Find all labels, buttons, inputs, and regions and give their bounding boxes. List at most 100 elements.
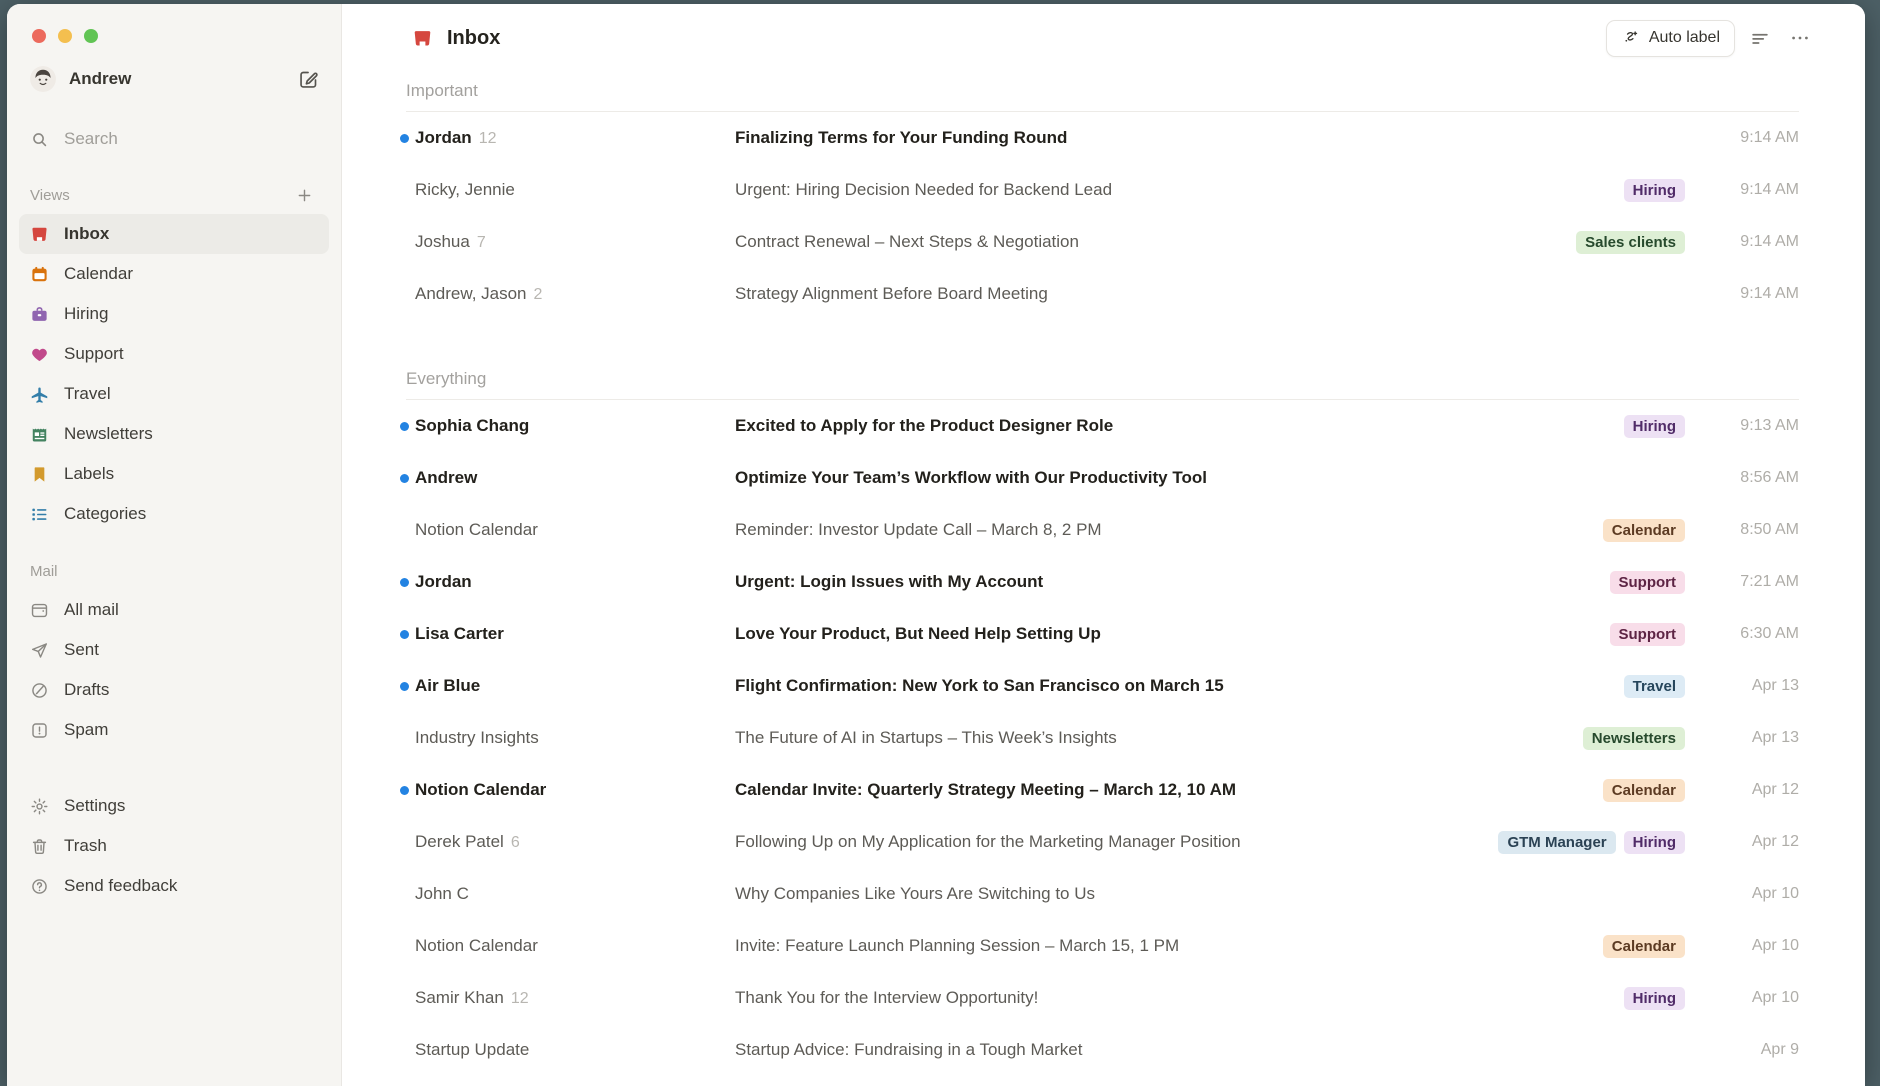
sidebar-item-settings[interactable]: Settings	[19, 786, 329, 826]
unread-dot-icon	[400, 786, 409, 795]
email-labels: Sales clients	[1576, 231, 1685, 254]
sidebar-item-spam[interactable]: Spam	[19, 710, 329, 750]
email-time: Apr 10	[1699, 989, 1799, 1007]
sidebar-item-newsletters[interactable]: Newsletters	[19, 414, 329, 454]
email-row[interactable]: Notion CalendarInvite: Feature Launch Pl…	[406, 920, 1799, 972]
sidebar-item-label: Spam	[64, 720, 108, 740]
email-sender: Notion Calendar	[415, 780, 735, 800]
email-sender: Jordan	[415, 572, 735, 592]
sidebar-item-label: Travel	[64, 384, 111, 404]
email-list: ImportantJordan12Finalizing Terms for Yo…	[342, 66, 1865, 1086]
account-row[interactable]: Andrew	[19, 60, 329, 98]
compose-button[interactable]	[294, 65, 323, 94]
sender-name: Industry Insights	[415, 728, 539, 747]
pencil-circle-icon	[30, 681, 49, 700]
label-badge-calendar[interactable]: Calendar	[1603, 935, 1685, 958]
email-sender: Startup Update	[415, 1040, 735, 1060]
email-time: 8:50 AM	[1699, 521, 1799, 539]
sidebar-item-travel[interactable]: Travel	[19, 374, 329, 414]
label-badge-hiring[interactable]: Hiring	[1624, 179, 1685, 202]
label-badge-hiring[interactable]: Hiring	[1624, 415, 1685, 438]
sidebar-item-hiring[interactable]: Hiring	[19, 294, 329, 334]
email-subject: Startup Advice: Fundraising in a Tough M…	[735, 1040, 1699, 1060]
email-row[interactable]: Jordan12Finalizing Terms for Your Fundin…	[406, 112, 1799, 164]
sidebar-item-support[interactable]: Support	[19, 334, 329, 374]
paper-plane-icon	[30, 641, 49, 660]
auto-label-icon	[1621, 29, 1640, 48]
sidebar-item-drafts[interactable]: Drafts	[19, 670, 329, 710]
label-badge-support[interactable]: Support	[1610, 623, 1686, 646]
label-badge-calendar[interactable]: Calendar	[1603, 779, 1685, 802]
thread-count: 6	[511, 834, 520, 851]
email-row[interactable]: Derek Patel6Following Up on My Applicati…	[406, 816, 1799, 868]
sidebar-item-categories[interactable]: Categories	[19, 494, 329, 534]
label-badge-gtm-manager[interactable]: GTM Manager	[1498, 831, 1615, 854]
zoom-window-button[interactable]	[84, 29, 98, 43]
label-badge-sales-clients[interactable]: Sales clients	[1576, 231, 1685, 254]
email-row[interactable]: Joshua7Contract Renewal – Next Steps & N…	[406, 216, 1799, 268]
trash-icon	[30, 837, 49, 856]
compose-icon	[298, 69, 319, 90]
sidebar-item-list: Inbox CalendarHiringSupport Travel Newslett…	[19, 214, 329, 534]
sidebar: Andrew Search Views Inbox CalendarHiringSu…	[7, 4, 342, 1086]
email-row[interactable]: Ricky, JennieUrgent: Hiring Decision Nee…	[406, 164, 1799, 216]
email-row[interactable]: Startup UpdateStartup Advice: Fundraisin…	[406, 1024, 1799, 1076]
sidebar-item-labels[interactable]: Labels	[19, 454, 329, 494]
email-time: Apr 12	[1699, 781, 1799, 799]
label-badge-hiring[interactable]: Hiring	[1624, 987, 1685, 1010]
email-row[interactable]: Lisa CarterLove Your Product, But Need H…	[406, 608, 1799, 660]
display-options-button[interactable]	[1745, 23, 1775, 53]
email-row[interactable]: JordanUrgent: Login Issues with My Accou…	[406, 556, 1799, 608]
email-row[interactable]: John CWhy Companies Like Yours Are Switc…	[406, 868, 1799, 920]
auto-label-button[interactable]: Auto label	[1606, 20, 1735, 57]
email-subject: Reminder: Investor Update Call – March 8…	[735, 520, 1603, 540]
email-time: 9:13 AM	[1699, 417, 1799, 435]
sidebar-item-trash[interactable]: Trash	[19, 826, 329, 866]
email-row[interactable]: Samir Khan12Thank You for the Interview …	[406, 972, 1799, 1024]
minimize-window-button[interactable]	[58, 29, 72, 43]
add-view-button[interactable]	[291, 182, 318, 209]
section-title: Everything	[406, 354, 1799, 400]
sender-name: Notion Calendar	[415, 780, 546, 799]
unread-indicator-column	[393, 682, 415, 691]
more-options-button[interactable]	[1785, 23, 1815, 53]
sidebar-item-sent[interactable]: Sent	[19, 630, 329, 670]
email-row[interactable]: Sophia ChangExcited to Apply for the Pro…	[406, 400, 1799, 452]
email-labels: Calendar	[1603, 935, 1685, 958]
header-actions: Auto label	[1606, 20, 1815, 57]
sidebar-item-inbox[interactable]: Inbox	[19, 214, 329, 254]
inbox-icon	[412, 28, 433, 49]
sidebar-item-send-feedback[interactable]: Send feedback	[19, 866, 329, 906]
thread-count: 12	[511, 990, 529, 1007]
briefcase-icon	[30, 305, 49, 324]
email-row[interactable]: Andrew, Jason2Strategy Alignment Before …	[406, 268, 1799, 320]
unread-dot-icon	[400, 682, 409, 691]
email-row[interactable]: Industry InsightsThe Future of AI in Sta…	[406, 712, 1799, 764]
sidebar-item-all-mail[interactable]: All mail	[19, 590, 329, 630]
label-badge-newsletters[interactable]: Newsletters	[1583, 727, 1685, 750]
email-time: Apr 13	[1699, 677, 1799, 695]
sidebar-section-header: Views	[19, 180, 329, 210]
email-sender: Ricky, Jennie	[415, 180, 735, 200]
label-badge-support[interactable]: Support	[1610, 571, 1686, 594]
label-badge-travel[interactable]: Travel	[1624, 675, 1685, 698]
close-window-button[interactable]	[32, 29, 46, 43]
email-subject: Thank You for the Interview Opportunity!	[735, 988, 1624, 1008]
email-time: 9:14 AM	[1699, 129, 1799, 147]
email-sender: Andrew	[415, 468, 735, 488]
email-section-everything: EverythingSophia ChangExcited to Apply f…	[406, 354, 1799, 1086]
search-icon	[30, 130, 49, 149]
sidebar-section-label: Mail	[30, 563, 58, 580]
sidebar-item-calendar[interactable]: Calendar	[19, 254, 329, 294]
email-row[interactable]: Car RentalsUpgrade: Rental Details – Pic…	[406, 1076, 1799, 1086]
email-row[interactable]: Notion CalendarCalendar Invite: Quarterl…	[406, 764, 1799, 816]
sidebar-item-label: Inbox	[64, 224, 109, 244]
email-row[interactable]: AndrewOptimize Your Team’s Workflow with…	[406, 452, 1799, 504]
label-badge-calendar[interactable]: Calendar	[1603, 519, 1685, 542]
search-input[interactable]: Search	[19, 120, 329, 158]
email-row[interactable]: Air BlueFlight Confirmation: New York to…	[406, 660, 1799, 712]
label-badge-hiring[interactable]: Hiring	[1624, 831, 1685, 854]
email-section-important: ImportantJordan12Finalizing Terms for Yo…	[406, 66, 1799, 320]
email-labels: Calendar	[1603, 519, 1685, 542]
email-row[interactable]: Notion CalendarReminder: Investor Update…	[406, 504, 1799, 556]
